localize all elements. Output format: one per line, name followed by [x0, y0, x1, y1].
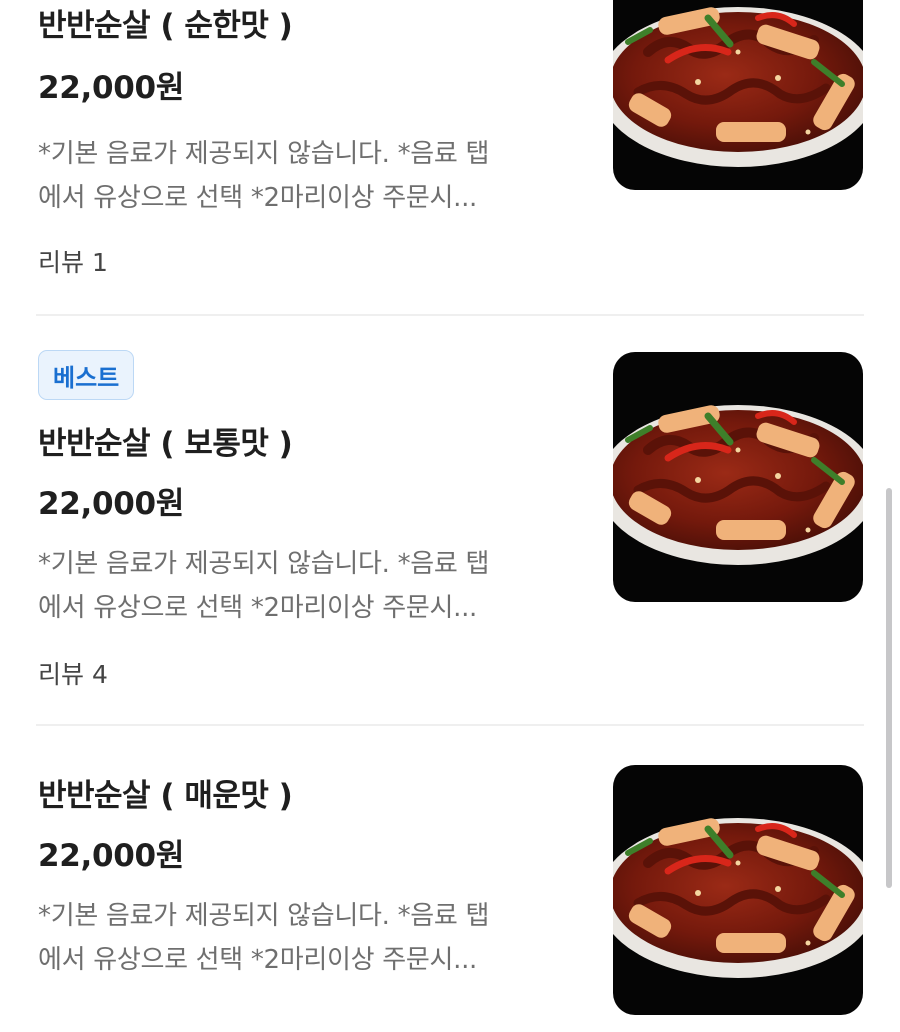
menu-item-image[interactable]	[613, 352, 863, 602]
menu-item[interactable]: 반반순살 ( 매운맛 ) 22,000원 *기본 음료가 제공되지 않습니다. …	[0, 762, 900, 1032]
scrollbar-thumb[interactable]	[886, 488, 892, 888]
menu-item[interactable]: 반반순살 ( 순한맛 ) 22,000원 *기본 음료가 제공되지 않습니다. …	[0, 0, 900, 310]
menu-item-name: 반반순살 ( 보통맛 )	[38, 426, 293, 462]
dakgalbi-dish-icon	[613, 765, 863, 1015]
menu-item-price: 22,000원	[38, 838, 185, 874]
menu-item-description-line: *기본 음료가 제공되지 않습니다. *음료 탭	[38, 549, 490, 579]
menu-item-description-line: 에서 유상으로 선택 *2마리이상 주문시...	[38, 945, 477, 975]
menu-item-description: *기본 음료가 제공되지 않습니다. *음료 탭 에서 유상으로 선택 *2마리…	[38, 894, 578, 982]
menu-item-name: 반반순살 ( 매운맛 )	[38, 778, 293, 814]
menu-item-description: *기본 음료가 제공되지 않습니다. *음료 탭 에서 유상으로 선택 *2마리…	[38, 132, 578, 220]
divider	[36, 314, 864, 316]
divider	[36, 724, 864, 726]
menu-list: 반반순살 ( 순한맛 ) 22,000원 *기본 음료가 제공되지 않습니다. …	[0, 0, 900, 1032]
menu-item-description-line: 에서 유상으로 선택 *2마리이상 주문시...	[38, 183, 477, 213]
menu-item-description-line: *기본 음료가 제공되지 않습니다. *음료 탭	[38, 901, 490, 931]
menu-item-image[interactable]	[613, 765, 863, 1015]
menu-item-description-line: *기본 음료가 제공되지 않습니다. *음료 탭	[38, 139, 490, 169]
dakgalbi-dish-icon	[613, 0, 863, 190]
dakgalbi-dish-icon	[613, 352, 863, 602]
menu-item-name: 반반순살 ( 순한맛 )	[38, 8, 293, 44]
menu-item-price: 22,000원	[38, 70, 185, 106]
menu-item-description: *기본 음료가 제공되지 않습니다. *음료 탭 에서 유상으로 선택 *2마리…	[38, 542, 578, 630]
menu-item-review-count: 리뷰 4	[38, 660, 108, 689]
menu-item-review-count: 리뷰 1	[38, 248, 108, 277]
menu-item-description-line: 에서 유상으로 선택 *2마리이상 주문시...	[38, 593, 477, 623]
menu-item-image[interactable]	[613, 0, 863, 190]
best-badge: 베스트	[38, 350, 135, 400]
menu-item-price: 22,000원	[38, 486, 185, 522]
menu-item[interactable]: 베스트 반반순살 ( 보통맛 ) 22,000원 *기본 음료가 제공되지 않습…	[0, 350, 900, 720]
